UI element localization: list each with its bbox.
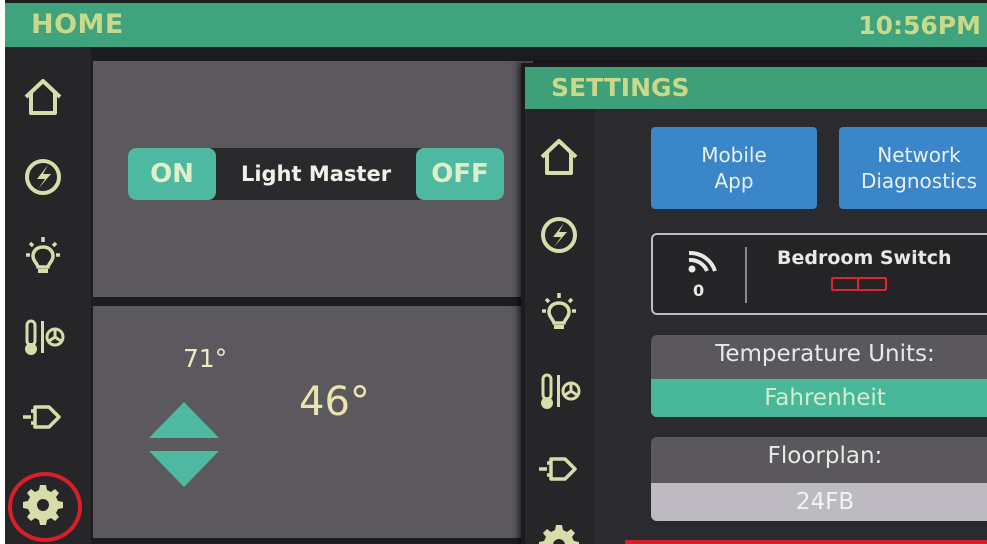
temperature-down-button[interactable] <box>149 451 219 487</box>
lightbulb-icon[interactable] <box>19 233 67 281</box>
bedroom-switch-card[interactable]: 0 Bedroom Switch <box>651 233 987 315</box>
thermostat-panel: 71° 46° <box>93 306 533 538</box>
wifi-signal-icon <box>688 250 717 273</box>
setpoint-temperature: 71° <box>183 344 228 373</box>
lightbulb-icon[interactable] <box>535 289 583 337</box>
settings-header: SETTINGS <box>525 67 987 109</box>
sidebar <box>5 47 91 544</box>
signal-count: 0 <box>693 281 705 300</box>
settings-screen: SETTINGS Mobile App Network Diagnostics … <box>521 63 987 544</box>
home-icon[interactable] <box>19 73 67 121</box>
light-on-button[interactable]: ON <box>128 148 216 200</box>
temperature-units-selector[interactable]: Fahrenheit <box>651 379 987 417</box>
thermostat-fan-icon[interactable] <box>19 313 67 361</box>
card-divider <box>745 247 747 303</box>
floorplan-label: Floorplan: <box>767 443 883 469</box>
temperature-units-setting: Temperature Units: Fahrenheit <box>651 335 987 417</box>
lights-panel: ON Light Master OFF <box>93 61 533 297</box>
highlight-underline <box>625 540 987 544</box>
page-title: HOME <box>31 9 124 40</box>
home-header: HOME 10:56PM <box>5 3 987 47</box>
floorplan-selector[interactable]: 24FB <box>651 483 987 521</box>
bedroom-switch-label: Bedroom Switch <box>777 247 952 269</box>
energy-icon[interactable] <box>19 153 67 201</box>
clock: 10:56PM <box>858 11 981 40</box>
energy-icon[interactable] <box>535 211 583 259</box>
light-master-switch: ON Light Master OFF <box>128 148 504 200</box>
bedroom-switch-toggle[interactable] <box>831 277 887 291</box>
floorplan-setting: Floorplan: 24FB <box>651 437 987 521</box>
thermostat-fan-icon[interactable] <box>535 367 583 415</box>
light-master-label: Light Master <box>240 162 392 186</box>
settings-sidebar <box>525 109 595 544</box>
network-diagnostics-button[interactable]: Network Diagnostics <box>839 127 987 209</box>
gear-icon[interactable] <box>535 519 583 544</box>
light-off-button[interactable]: OFF <box>416 148 504 200</box>
home-icon[interactable] <box>535 133 583 181</box>
current-temperature: 46° <box>299 379 370 425</box>
settings-content: Mobile App Network Diagnostics 0 Bedroom… <box>595 109 987 544</box>
plug-icon[interactable] <box>19 393 67 441</box>
settings-highlight-ring <box>8 472 82 542</box>
temperature-up-button[interactable] <box>149 402 219 438</box>
thermostat-screen: HOME 10:56PM ON Light Master OFF 71° 46°… <box>5 0 987 544</box>
plug-icon[interactable] <box>535 445 583 493</box>
settings-title: SETTINGS <box>551 73 690 102</box>
mobile-app-button[interactable]: Mobile App <box>651 127 817 209</box>
temperature-units-label: Temperature Units: <box>715 341 935 367</box>
